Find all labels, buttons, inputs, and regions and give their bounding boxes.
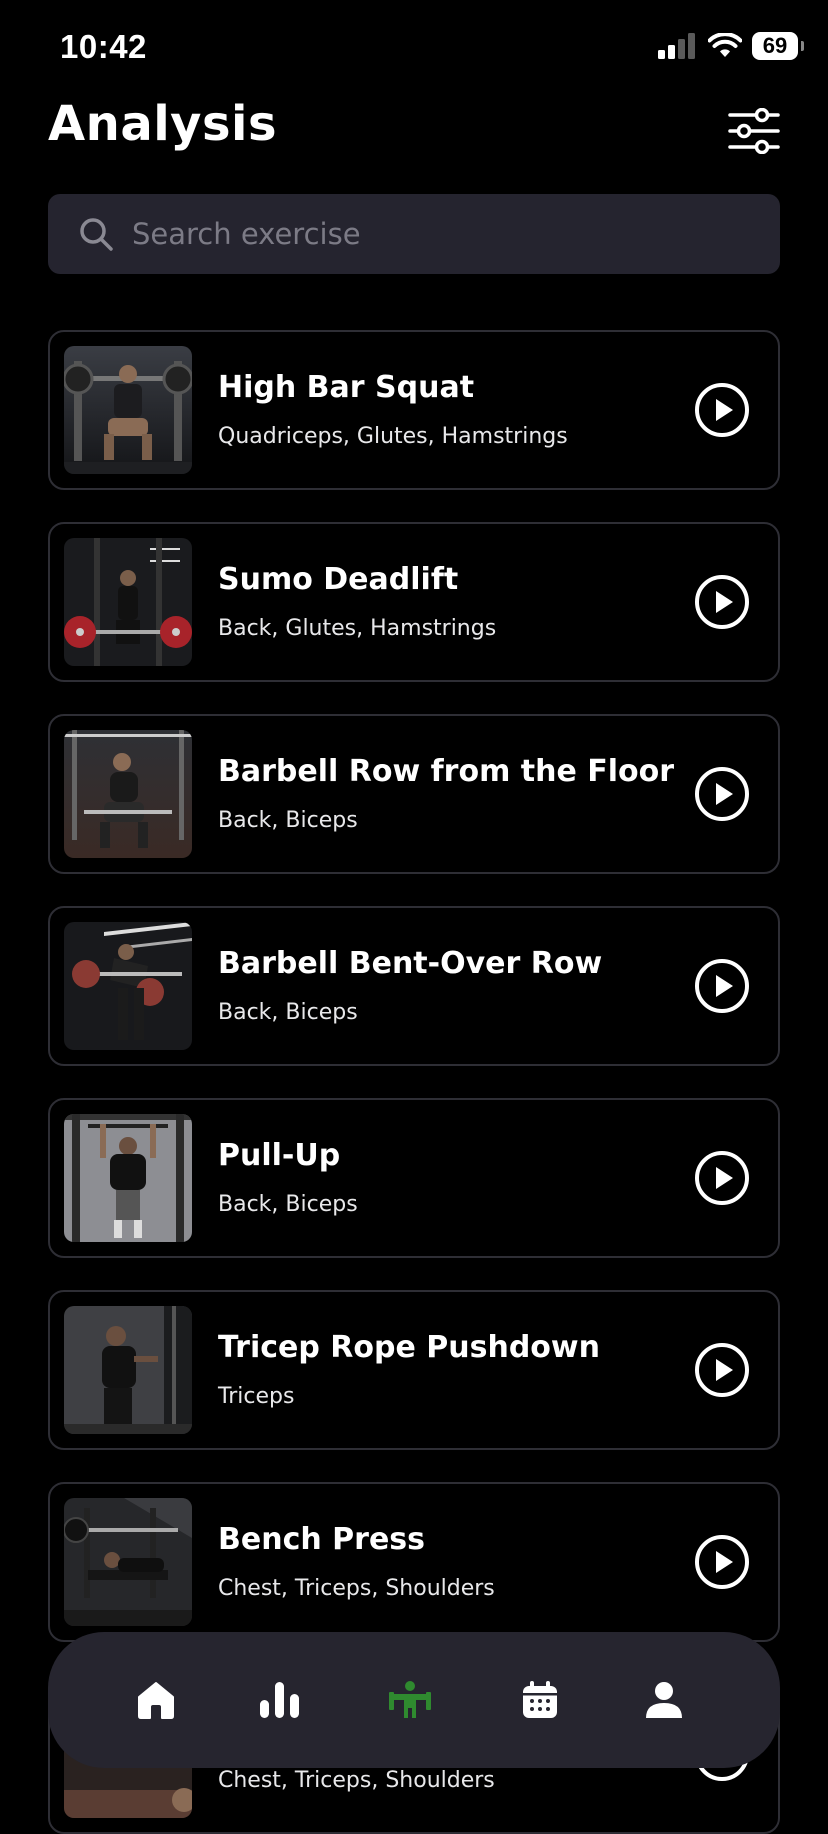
bar-chart-icon xyxy=(260,1682,299,1718)
exercise-card[interactable]: Barbell Bent-Over Row Back, Biceps xyxy=(48,906,780,1066)
nav-item-stats[interactable] xyxy=(254,1674,306,1726)
exercise-muscles: Back, Biceps xyxy=(218,808,358,833)
page-title: Analysis xyxy=(48,96,278,152)
exercise-card[interactable]: Tricep Rope Pushdown Triceps xyxy=(48,1290,780,1450)
exercise-muscles: Quadriceps, Glutes, Hamstrings xyxy=(218,424,568,449)
exercise-name: High Bar Squat xyxy=(218,370,475,405)
exercise-muscles: Chest, Triceps, Shoulders xyxy=(218,1576,495,1601)
exercise-thumbnail xyxy=(64,1306,192,1434)
exercise-card[interactable]: Barbell Row from the Floor Back, Biceps xyxy=(48,714,780,874)
play-icon[interactable] xyxy=(694,766,750,822)
exercise-card[interactable]: Pull-Up Back, Biceps xyxy=(48,1098,780,1258)
cellular-signal-icon xyxy=(658,33,695,59)
exercise-name: Pull-Up xyxy=(218,1138,341,1173)
exercise-thumbnail xyxy=(64,1498,192,1626)
bottom-nav xyxy=(48,1632,780,1768)
battery-indicator: 69 xyxy=(752,32,804,60)
nav-item-calendar[interactable] xyxy=(514,1674,566,1726)
search-bar[interactable] xyxy=(48,194,780,274)
exercise-muscles: Back, Glutes, Hamstrings xyxy=(218,616,497,641)
nav-item-analysis[interactable] xyxy=(384,1674,436,1726)
play-icon[interactable] xyxy=(694,1342,750,1398)
profile-icon xyxy=(646,1682,682,1718)
filter-button[interactable] xyxy=(728,107,780,155)
exercise-thumbnail xyxy=(64,922,192,1050)
exercise-name: Tricep Rope Pushdown xyxy=(218,1330,600,1365)
status-bar: 10:42 69 xyxy=(0,0,828,100)
exercise-card[interactable]: Sumo Deadlift Back, Glutes, Hamstrings xyxy=(48,522,780,682)
exercise-card[interactable]: High Bar Squat Quadriceps, Glutes, Hamst… xyxy=(48,330,780,490)
exercise-thumbnail xyxy=(64,1114,192,1242)
play-icon[interactable] xyxy=(694,574,750,630)
exercise-thumbnail xyxy=(64,730,192,858)
play-icon[interactable] xyxy=(694,382,750,438)
exercise-muscles: Back, Biceps xyxy=(218,1192,358,1217)
exercise-card[interactable]: Bench Press Chest, Triceps, Shoulders xyxy=(48,1482,780,1642)
exercise-name: Barbell Bent-Over Row xyxy=(218,946,603,981)
exercise-name: Sumo Deadlift xyxy=(218,562,459,597)
play-icon[interactable] xyxy=(694,1150,750,1206)
play-icon[interactable] xyxy=(694,958,750,1014)
nav-item-profile[interactable] xyxy=(638,1674,690,1726)
status-time: 10:42 xyxy=(60,28,147,65)
search-input[interactable] xyxy=(130,216,734,252)
home-icon xyxy=(138,1682,174,1719)
sliders-icon xyxy=(728,107,780,155)
exercise-thumbnail xyxy=(64,346,192,474)
body-analysis-icon xyxy=(389,1681,431,1718)
search-icon xyxy=(80,218,113,251)
play-icon[interactable] xyxy=(694,1534,750,1590)
wifi-icon xyxy=(708,33,742,57)
calendar-icon xyxy=(523,1681,557,1718)
status-icons: 69 xyxy=(658,32,804,60)
exercise-muscles: Triceps xyxy=(218,1384,295,1409)
exercise-name: Bench Press xyxy=(218,1522,425,1557)
nav-item-home[interactable] xyxy=(130,1674,182,1726)
exercise-name: Barbell Row from the Floor xyxy=(218,754,675,789)
exercise-muscles: Chest, Triceps, Shoulders xyxy=(218,1768,495,1793)
exercise-thumbnail xyxy=(64,538,192,666)
exercise-muscles: Back, Biceps xyxy=(218,1000,358,1025)
